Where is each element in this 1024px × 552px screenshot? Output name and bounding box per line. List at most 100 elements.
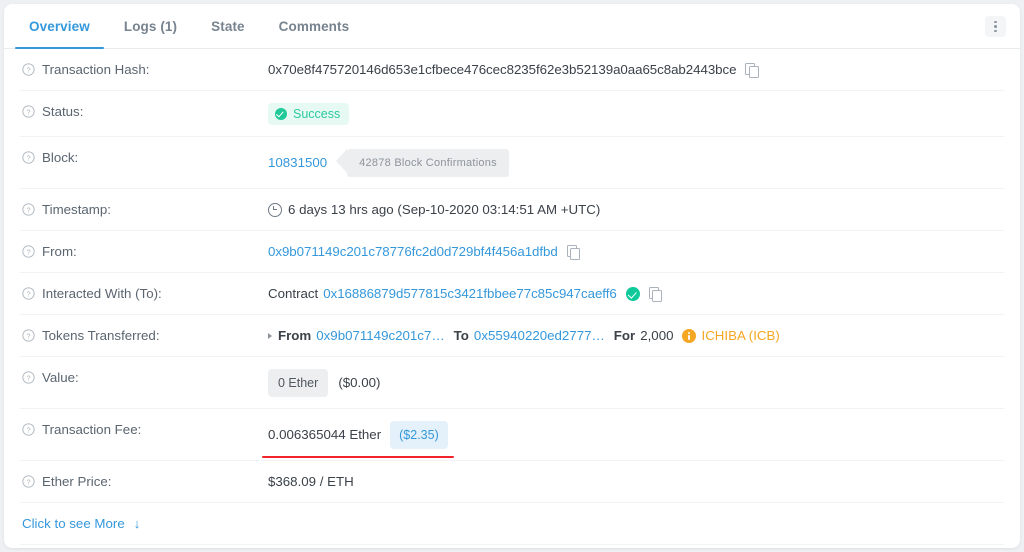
check-circle-icon xyxy=(275,108,287,120)
label-value: ? Value: xyxy=(20,369,268,386)
value-usd: ($0.00) xyxy=(338,375,381,390)
tab-logs[interactable]: Logs (1) xyxy=(107,4,194,48)
help-icon[interactable]: ? xyxy=(22,329,35,342)
tab-overview[interactable]: Overview xyxy=(12,4,107,49)
label-text: Value: xyxy=(42,370,79,385)
block-number-link[interactable]: 10831500 xyxy=(268,154,327,172)
value-transaction-fee: 0.006365044 Ether ($2.35) xyxy=(262,421,1004,458)
tab-comments[interactable]: Comments xyxy=(262,4,367,48)
row-value: ? Value: 0 Ether ($0.00) xyxy=(20,357,1004,409)
row-private-note: ? Private Note: To access the Private No… xyxy=(20,545,1004,548)
help-icon[interactable]: ? xyxy=(22,287,35,300)
clock-icon xyxy=(268,203,282,217)
label-text: Tokens Transferred: xyxy=(42,328,160,343)
tab-state[interactable]: State xyxy=(194,4,262,48)
token-amount: 2,000 xyxy=(640,328,674,343)
svg-text:?: ? xyxy=(26,205,30,214)
row-transaction-fee: ? Transaction Fee: 0.006365044 Ether ($2… xyxy=(20,409,1004,461)
label-text: Transaction Fee: xyxy=(42,422,142,437)
label-interacted-with: ? Interacted With (To): xyxy=(20,285,268,302)
row-block: ? Block: 10831500 42878 Block Confirmati… xyxy=(20,137,1004,189)
arrow-down-icon: ↓ xyxy=(133,516,141,531)
value-block: 10831500 42878 Block Confirmations xyxy=(268,149,1004,177)
tab-overview-label: Overview xyxy=(29,18,90,34)
label-text: Transaction Hash: xyxy=(42,62,150,77)
label-text: Ether Price: xyxy=(42,474,112,489)
annotation-underline xyxy=(262,455,454,458)
token-from-label: From xyxy=(278,328,312,343)
copy-icon[interactable] xyxy=(566,245,581,260)
label-ether-price: ? Ether Price: xyxy=(20,473,268,490)
label-status: ? Status: xyxy=(20,103,268,120)
label-text: From: xyxy=(42,244,77,259)
tab-comments-label: Comments xyxy=(278,18,350,34)
from-address-link[interactable]: 0x9b071149c201c78776fc2d0d729bf4f456a1df… xyxy=(268,243,558,261)
label-from: ? From: xyxy=(20,243,268,260)
value-interacted-with: Contract 0x16886879d577815c3421fbbee77c8… xyxy=(268,285,1004,303)
row-tokens-transferred: ? Tokens Transferred: From 0x9b071149c20… xyxy=(20,315,1004,357)
token-to-label: To xyxy=(453,328,469,343)
svg-text:?: ? xyxy=(26,153,30,162)
kebab-menu-icon[interactable] xyxy=(985,16,1006,37)
label-transaction-fee: ? Transaction Fee: xyxy=(20,421,268,438)
transaction-hash-text: 0x70e8f475720146d653e1cfbece476cec8235f6… xyxy=(268,62,737,77)
label-timestamp: ? Timestamp: xyxy=(20,201,268,218)
help-icon[interactable]: ? xyxy=(22,63,35,76)
value-tokens-transferred: From 0x9b071149c201c7… To 0x55940220ed27… xyxy=(268,327,1004,345)
value-transaction-hash: 0x70e8f475720146d653e1cfbece476cec8235f6… xyxy=(268,61,1004,79)
details-list: ? Transaction Hash: 0x70e8f475720146d653… xyxy=(4,49,1020,548)
value-ether-pill: 0 Ether xyxy=(268,369,329,397)
token-for-label: For xyxy=(613,328,636,343)
help-icon[interactable]: ? xyxy=(22,423,35,436)
value-ether-price: $368.09 / ETH xyxy=(268,473,1004,491)
contract-prefix: Contract xyxy=(268,286,319,301)
row-interacted-with: ? Interacted With (To): Contract 0x16886… xyxy=(20,273,1004,315)
label-block: ? Block: xyxy=(20,149,268,166)
row-ether-price: ? Ether Price: $368.09 / ETH xyxy=(20,461,1004,503)
svg-text:?: ? xyxy=(26,289,30,298)
help-icon[interactable]: ? xyxy=(22,245,35,258)
verified-contract-icon xyxy=(625,287,640,301)
token-from-address-link[interactable]: 0x9b071149c201c7… xyxy=(316,327,444,345)
svg-text:?: ? xyxy=(26,107,30,116)
svg-text:?: ? xyxy=(26,331,30,340)
label-text: Block: xyxy=(42,150,79,165)
row-timestamp: ? Timestamp: 6 days 13 hrs ago (Sep-10-2… xyxy=(20,189,1004,231)
help-icon[interactable]: ? xyxy=(22,371,35,384)
tab-state-label: State xyxy=(211,18,245,34)
status-badge: Success xyxy=(268,103,350,125)
row-transaction-hash: ? Transaction Hash: 0x70e8f475720146d653… xyxy=(20,49,1004,91)
row-see-more: Click to see More ↓ xyxy=(20,503,1004,545)
help-icon[interactable]: ? xyxy=(22,475,35,488)
help-icon[interactable]: ? xyxy=(22,151,35,164)
expand-caret-icon[interactable] xyxy=(268,333,272,339)
see-more-button[interactable]: Click to see More ↓ xyxy=(22,516,140,531)
help-icon[interactable]: ? xyxy=(22,203,35,216)
svg-text:?: ? xyxy=(26,65,30,74)
value-from: 0x9b071149c201c78776fc2d0d729bf4f456a1df… xyxy=(268,243,1004,261)
timestamp-text: 6 days 13 hrs ago (Sep-10-2020 03:14:51 … xyxy=(288,202,601,217)
copy-icon[interactable] xyxy=(648,287,663,302)
row-from: ? From: 0x9b071149c201c78776fc2d0d729bf4… xyxy=(20,231,1004,273)
help-icon[interactable]: ? xyxy=(22,105,35,118)
token-to-address-link[interactable]: 0x55940220ed2777… xyxy=(474,327,605,345)
label-tokens-transferred: ? Tokens Transferred: xyxy=(20,327,268,344)
svg-text:?: ? xyxy=(26,425,30,434)
svg-text:?: ? xyxy=(26,247,30,256)
row-status: ? Status: Success xyxy=(20,91,1004,137)
transaction-fee-group: 0.006365044 Ether ($2.35) xyxy=(262,421,454,458)
copy-icon[interactable] xyxy=(745,63,759,78)
svg-text:?: ? xyxy=(26,477,30,486)
token-icon xyxy=(681,329,696,343)
transaction-details-card: Overview Logs (1) State Comments ? Trans… xyxy=(4,4,1020,548)
label-text: Timestamp: xyxy=(42,202,111,217)
value-timestamp: 6 days 13 hrs ago (Sep-10-2020 03:14:51 … xyxy=(268,201,1004,219)
contract-address-link[interactable]: 0x16886879d577815c3421fbbee77c85c947caef… xyxy=(323,285,616,303)
block-confirmations-badge: 42878 Block Confirmations xyxy=(336,149,509,177)
transaction-fee-usd: ($2.35) xyxy=(390,421,448,449)
transaction-fee-ether: 0.006365044 Ether xyxy=(268,427,382,442)
label-text: Interacted With (To): xyxy=(42,286,162,301)
value-ether-value: 0 Ether ($0.00) xyxy=(268,369,1004,397)
tab-logs-label: Logs (1) xyxy=(123,18,178,34)
token-name-link[interactable]: ICHIBA (ICB) xyxy=(702,327,780,345)
